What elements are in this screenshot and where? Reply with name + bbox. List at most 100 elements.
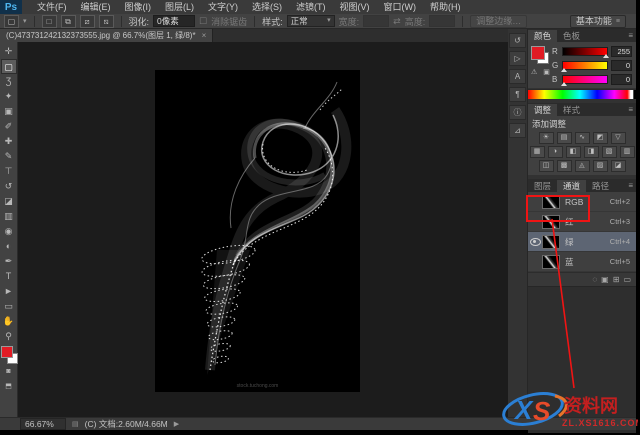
close-tab-icon[interactable]: × bbox=[202, 29, 207, 42]
save-selection-icon[interactable]: ▣ bbox=[601, 275, 609, 285]
curves-icon[interactable]: ∿ bbox=[575, 132, 590, 144]
quick-mask-button[interactable]: ◙ bbox=[1, 364, 17, 379]
menu-layer[interactable]: 图层(L) bbox=[158, 0, 201, 14]
vibrance-icon[interactable]: ▽ bbox=[611, 132, 626, 144]
tab-color[interactable]: 颜色 bbox=[528, 30, 557, 42]
info-panel-icon[interactable]: ⓘ bbox=[509, 105, 526, 120]
panel-menu-icon[interactable]: ≡ bbox=[628, 104, 636, 116]
levels-icon[interactable]: ▤ bbox=[557, 132, 572, 144]
red-slider[interactable] bbox=[562, 47, 608, 56]
hand-tool[interactable]: ✋ bbox=[1, 314, 17, 329]
pen-tool[interactable]: ✒ bbox=[1, 254, 17, 269]
selection-mode-add-icon[interactable]: ⧉ bbox=[61, 15, 76, 28]
path-selection-tool[interactable]: ► bbox=[1, 284, 17, 299]
feather-input[interactable]: 0像素 bbox=[153, 15, 195, 27]
channel-row-green[interactable]: 绿 Ctrl+4 bbox=[528, 232, 636, 252]
color-balance-icon[interactable]: ◑ bbox=[548, 146, 563, 158]
menu-file[interactable]: 文件(F) bbox=[30, 0, 74, 14]
actions-panel-icon[interactable]: ▷ bbox=[509, 51, 526, 66]
green-slider[interactable] bbox=[562, 61, 608, 70]
eraser-tool[interactable]: ◪ bbox=[1, 194, 17, 209]
blue-slider[interactable] bbox=[562, 75, 608, 84]
zoom-level-field[interactable]: 66.67% bbox=[20, 418, 66, 430]
tab-styles[interactable]: 样式 bbox=[557, 104, 586, 116]
tab-paths[interactable]: 路径 bbox=[586, 180, 615, 192]
invert-icon[interactable]: ◫ bbox=[539, 160, 554, 172]
lasso-tool[interactable]: Ʒ bbox=[1, 74, 17, 89]
history-panel-icon[interactable]: ↺ bbox=[509, 33, 526, 48]
blur-tool[interactable]: ◉ bbox=[1, 224, 17, 239]
menu-edit[interactable]: 编辑(E) bbox=[74, 0, 118, 14]
workspace-switcher-button[interactable]: 基本功能 ≡ bbox=[570, 15, 626, 28]
foreground-color-swatch[interactable] bbox=[1, 346, 13, 358]
tool-preset-icon[interactable]: ▢ bbox=[4, 15, 19, 28]
hue-saturation-icon[interactable]: ▦ bbox=[530, 146, 545, 158]
character-panel-icon[interactable]: A bbox=[509, 69, 526, 84]
shape-tool[interactable]: ▭ bbox=[1, 299, 17, 314]
menu-help[interactable]: 帮助(H) bbox=[423, 0, 468, 14]
tab-swatches[interactable]: 色板 bbox=[557, 30, 586, 42]
brush-tool[interactable]: ✎ bbox=[1, 149, 17, 164]
gamut-warning-icon[interactable]: ⚠ ▣ bbox=[531, 68, 552, 76]
menu-filter[interactable]: 滤镜(T) bbox=[289, 0, 333, 14]
selection-mode-new-icon[interactable]: □ bbox=[42, 15, 57, 28]
healing-brush-tool[interactable]: ✚ bbox=[1, 134, 17, 149]
delete-channel-icon[interactable]: ▭ bbox=[623, 275, 631, 285]
visibility-toggle[interactable] bbox=[528, 238, 542, 246]
tab-layers[interactable]: 图层 bbox=[528, 180, 557, 192]
dodge-tool[interactable]: ◐ bbox=[1, 239, 17, 254]
red-value[interactable]: 255 bbox=[611, 46, 632, 57]
color-lookup-icon[interactable]: ▥ bbox=[620, 146, 635, 158]
exposure-icon[interactable]: ◩ bbox=[593, 132, 608, 144]
gradient-map-icon[interactable]: ▨ bbox=[593, 160, 608, 172]
canvas-area[interactable]: stock.tuchong.com bbox=[18, 42, 508, 417]
selection-mode-subtract-icon[interactable]: ⧄ bbox=[80, 15, 95, 28]
channel-thumbnail bbox=[542, 235, 560, 249]
photo-filter-icon[interactable]: ◨ bbox=[584, 146, 599, 158]
properties-panel-icon[interactable]: ⊿ bbox=[509, 123, 526, 138]
channel-row-blue[interactable]: 蓝 Ctrl+5 bbox=[528, 252, 636, 272]
threshold-icon[interactable]: ◬ bbox=[575, 160, 590, 172]
channel-mixer-icon[interactable]: ▧ bbox=[602, 146, 617, 158]
menu-window[interactable]: 窗口(W) bbox=[377, 0, 424, 14]
move-tool[interactable]: ✛ bbox=[1, 44, 17, 59]
history-brush-tool[interactable]: ↺ bbox=[1, 179, 17, 194]
menu-type[interactable]: 文字(Y) bbox=[201, 0, 245, 14]
type-tool[interactable]: T bbox=[1, 269, 17, 284]
black-white-icon[interactable]: ◧ bbox=[566, 146, 581, 158]
selective-color-icon[interactable]: ◪ bbox=[611, 160, 626, 172]
gradient-tool[interactable]: ▥ bbox=[1, 209, 17, 224]
document-tab-bar: (C)473731242132373555.jpg @ 66.7%(图层 1, … bbox=[0, 29, 508, 42]
smoke-photo[interactable]: stock.tuchong.com bbox=[155, 70, 360, 392]
tab-adjustments[interactable]: 调整 bbox=[528, 104, 557, 116]
panel-menu-icon[interactable]: ≡ bbox=[628, 180, 636, 192]
red-slider-row: R 255 bbox=[552, 45, 632, 57]
blue-value[interactable]: 0 bbox=[611, 74, 632, 85]
posterize-icon[interactable]: ▩ bbox=[557, 160, 572, 172]
rectangular-marquee-tool[interactable]: ▢ bbox=[1, 59, 17, 74]
color-spectrum-ramp[interactable] bbox=[528, 89, 636, 99]
menu-select[interactable]: 选择(S) bbox=[245, 0, 289, 14]
quick-selection-tool[interactable]: ✦ bbox=[1, 89, 17, 104]
width-input bbox=[363, 15, 389, 27]
menu-view[interactable]: 视图(V) bbox=[333, 0, 377, 14]
zoom-tool[interactable]: ⚲ bbox=[1, 329, 17, 344]
panel-menu-icon[interactable]: ≡ bbox=[628, 30, 636, 42]
brightness-contrast-icon[interactable]: ☀ bbox=[539, 132, 554, 144]
foreground-color-swatch[interactable] bbox=[531, 46, 545, 60]
status-options-arrow-icon[interactable]: ▶ bbox=[174, 420, 179, 428]
load-selection-icon[interactable]: ◌ bbox=[592, 275, 597, 285]
document-tab[interactable]: (C)473731242132373555.jpg @ 66.7%(图层 1, … bbox=[0, 29, 213, 42]
paragraph-panel-icon[interactable]: ¶ bbox=[509, 87, 526, 102]
style-dropdown[interactable]: 正常 ▾ bbox=[287, 15, 335, 27]
selection-mode-intersect-icon[interactable]: ⧅ bbox=[99, 15, 114, 28]
crop-tool[interactable]: ▣ bbox=[1, 104, 17, 119]
eyedropper-tool[interactable]: ✐ bbox=[1, 119, 17, 134]
tool-preset-chevron-icon[interactable]: ▾ bbox=[23, 17, 27, 25]
tab-channels[interactable]: 通道 bbox=[557, 180, 586, 192]
clone-stamp-tool[interactable]: ⊤ bbox=[1, 164, 17, 179]
green-value[interactable]: 0 bbox=[611, 60, 632, 71]
new-channel-icon[interactable]: ⊞ bbox=[613, 275, 620, 285]
menu-image[interactable]: 图像(I) bbox=[118, 0, 159, 14]
screen-mode-button[interactable]: ⬒ bbox=[1, 379, 17, 394]
